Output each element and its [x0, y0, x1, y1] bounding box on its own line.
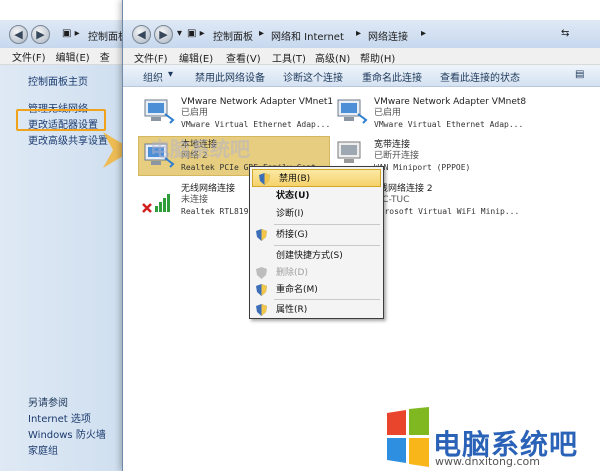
adapter-name: 无线网络连接 2	[370, 184, 433, 194]
breadcrumb-separator-icon: ▸	[421, 28, 427, 39]
adapter-status: 已断开连接	[374, 151, 420, 161]
back-arrow-icon[interactable]: ◀	[132, 25, 151, 44]
adapter-device: Microsoft Virtual WiFi Minip...	[370, 207, 520, 216]
front-address-bar: ◀ ▶ ▾ ▣ ▸ 控制面板 ▸ 网络和 Internet ▸ 网络连接 ▸ ⇆	[123, 20, 600, 48]
broadband-adapter-icon	[337, 141, 361, 163]
ctx-properties[interactable]: 属性(R)	[250, 301, 383, 319]
shield-icon	[259, 173, 270, 185]
menu-divider	[274, 299, 380, 300]
toolbar: 组织 ▾ 禁用此网络设备 诊断这个连接 重命名此连接 查看此连接的状态 ▤	[123, 65, 600, 87]
ctx-create-shortcut[interactable]: 创建快捷方式(S)	[250, 247, 383, 265]
adapter-name: VMware Network Adapter VMnet8	[374, 97, 527, 107]
sidebar-home-link[interactable]: 控制面板主页	[28, 73, 88, 88]
ctx-disable[interactable]: 禁用(B)	[252, 169, 381, 187]
ctx-status[interactable]: 状态(U)	[250, 187, 383, 205]
see-also-firewall[interactable]: Windows 防火墙	[28, 426, 106, 441]
toolbar-organize[interactable]: 组织	[143, 69, 163, 84]
breadcrumb-control-panel[interactable]: 控制面板	[213, 28, 253, 43]
front-menu-bar: 文件(F) 编辑(E) 查看(V) 工具(T) 高级(N) 帮助(H)	[123, 48, 600, 65]
menu-view[interactable]: 查	[100, 49, 110, 64]
context-menu: 禁用(B) 状态(U) 诊断(I) 桥接(G) 创建快捷方式(S) 删除(D) …	[249, 166, 384, 319]
breadcrumb-network-connections[interactable]: 网络连接	[368, 28, 408, 43]
forward-arrow-icon[interactable]: ▶	[154, 25, 173, 44]
breadcrumb-separator-icon: ▸	[356, 28, 362, 39]
forward-arrow-icon[interactable]: ▶	[31, 25, 50, 44]
adapter-device: VMware Virtual Ethernet Adap...	[181, 120, 331, 129]
adapter-device: VMware Virtual Ethernet Adap...	[374, 120, 524, 129]
back-window: ◀ ▶ ▣ ▸ 控制面板 文件(F) 编辑(E) 查 控制面板主页 管理无线网络…	[0, 0, 140, 471]
ctx-label: 桥接(G)	[276, 230, 308, 240]
menu-divider	[274, 224, 380, 225]
back-menu-bar: 文件(F) 编辑(E) 查	[0, 48, 140, 65]
menu-file[interactable]: 文件(F)	[134, 50, 168, 65]
control-panel-icon: ▣ ▸	[187, 28, 205, 39]
see-also-internet-options[interactable]: Internet 选项	[28, 410, 91, 425]
menu-advanced[interactable]: 高级(N)	[315, 50, 350, 65]
wireless-signal-icon	[142, 194, 170, 213]
menu-help[interactable]: 帮助(H)	[360, 50, 395, 65]
menu-file[interactable]: 文件(F)	[12, 49, 46, 64]
highlight-box	[16, 109, 106, 131]
ctx-delete: 删除(D)	[250, 264, 383, 282]
adapter-item-broadband[interactable]: 宽带连接 已断开连接 WAN Miniport (PPPOE)	[374, 140, 470, 173]
view-options-icon[interactable]: ▤	[575, 69, 584, 80]
ctx-bridge[interactable]: 桥接(G)	[250, 226, 383, 244]
adapter-name: 宽带连接	[374, 140, 411, 150]
shield-icon	[256, 284, 267, 296]
refresh-icon[interactable]: ⇆	[561, 28, 569, 39]
sidebar-item-advanced-sharing[interactable]: 更改高级共享设置	[28, 132, 108, 147]
back-arrow-icon[interactable]: ◀	[9, 25, 28, 44]
watermark-text: 电脑系统吧	[150, 137, 250, 161]
adapter-name: VMware Network Adapter VMnet1	[181, 97, 334, 107]
adapter-device: WAN Miniport (PPPOE)	[374, 163, 471, 172]
see-also-homegroup[interactable]: 家庭组	[28, 442, 58, 457]
dropdown-icon[interactable]: ▾	[177, 28, 182, 39]
ctx-diagnose[interactable]: 诊断(I)	[250, 205, 383, 223]
logo-url: www.dnxitong.com	[435, 455, 540, 468]
menu-edit[interactable]: 编辑(E)	[56, 49, 90, 64]
ctx-label: 删除(D)	[276, 268, 308, 278]
adapter-item-wireless-2[interactable]: 无线网络连接 2 ACC-TUC Microsoft Virtual WiFi …	[370, 184, 519, 217]
windows-logo-icon	[387, 407, 429, 467]
adapter-item-vmnet8[interactable]: VMware Network Adapter VMnet8 已启用 VMware…	[374, 97, 526, 130]
back-address-bar: ◀ ▶ ▣ ▸ 控制面板	[0, 20, 140, 48]
breadcrumb-network-internet[interactable]: 网络和 Internet	[271, 28, 344, 43]
ctx-label: 创建快捷方式(S)	[276, 251, 343, 261]
menu-tools[interactable]: 工具(T)	[272, 50, 306, 65]
shield-icon	[256, 304, 267, 316]
adapter-status: 已启用	[181, 108, 209, 118]
adapter-item-vmnet1[interactable]: VMware Network Adapter VMnet1 已启用 VMware…	[181, 97, 333, 130]
toolbar-view-status[interactable]: 查看此连接的状态	[440, 69, 520, 84]
ctx-label: 重命名(M)	[276, 285, 318, 295]
breadcrumb-separator-icon: ▸	[259, 28, 265, 39]
adapter-status: ACC-TUC	[370, 195, 410, 205]
menu-edit[interactable]: 编辑(E)	[179, 50, 213, 65]
see-also-heading: 另请参阅	[28, 398, 68, 409]
ctx-label: 状态(U)	[276, 191, 310, 201]
breadcrumb-icon: ▣ ▸	[62, 28, 80, 39]
network-adapter-icon	[144, 99, 175, 124]
network-adapter-icon	[337, 99, 368, 124]
ctx-label: 禁用(B)	[279, 174, 311, 184]
menu-divider	[274, 245, 380, 246]
adapter-status: 未连接	[181, 195, 209, 205]
toolbar-rename[interactable]: 重命名此连接	[362, 69, 422, 84]
ctx-label: 属性(R)	[276, 305, 308, 315]
toolbar-disable-device[interactable]: 禁用此网络设备	[195, 69, 265, 84]
toolbar-diagnose[interactable]: 诊断这个连接	[283, 69, 343, 84]
ctx-label: 诊断(I)	[276, 209, 304, 219]
chevron-down-icon[interactable]: ▾	[168, 69, 173, 80]
adapter-item-wireless[interactable]: 无线网络连接 未连接 Realtek RTL819	[181, 184, 248, 217]
ctx-rename[interactable]: 重命名(M)	[250, 281, 383, 299]
adapter-device: Realtek RTL819	[181, 207, 249, 216]
shield-icon	[256, 267, 267, 279]
adapter-status: 已启用	[374, 108, 402, 118]
adapter-name: 无线网络连接	[181, 184, 236, 194]
shield-icon	[256, 229, 267, 241]
menu-view[interactable]: 查看(V)	[226, 50, 261, 65]
